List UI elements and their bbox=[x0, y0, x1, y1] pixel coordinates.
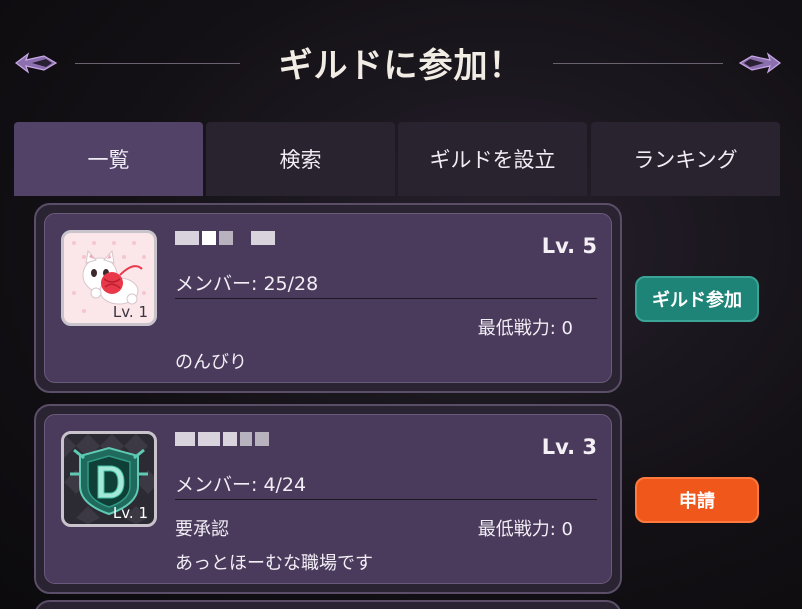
tab-ranking[interactable]: ランキング bbox=[591, 122, 780, 196]
apply-button[interactable]: 申請 bbox=[635, 477, 759, 523]
guild-name-masked bbox=[175, 431, 272, 449]
letter-d-emblem-icon: Lv. 1 bbox=[61, 431, 157, 527]
tab-search[interactable]: 検索 bbox=[206, 122, 395, 196]
guild-card-body: Lv. 1 Lv. 5 メンバー: 25/28 最低戦力: 0 のんびり bbox=[44, 213, 612, 383]
guild-card-body: Lv. 1 Lv. 3 メンバー: 4/24 要承認 最低戦力: 0 あっとほー… bbox=[44, 414, 612, 584]
tab-bar: 一覧 検索 ギルドを設立 ランキング bbox=[14, 122, 782, 196]
guild-card-next bbox=[34, 600, 622, 609]
min-power: 最低戦力: 0 bbox=[477, 318, 573, 339]
guild-level: Lv. 5 bbox=[541, 234, 597, 258]
tab-list[interactable]: 一覧 bbox=[14, 122, 203, 196]
cat-emblem-icon: Lv. 1 bbox=[61, 230, 157, 326]
guild-level: Lv. 3 bbox=[541, 435, 597, 459]
guild-card[interactable]: Lv. 1 Lv. 3 メンバー: 4/24 要承認 最低戦力: 0 あっとほー… bbox=[34, 404, 622, 594]
wing-ornament-icon bbox=[738, 52, 781, 74]
min-power: 最低戦力: 0 bbox=[477, 519, 573, 540]
member-count: メンバー: 4/24 bbox=[175, 474, 307, 496]
tab-create-guild[interactable]: ギルドを設立 bbox=[398, 122, 587, 196]
member-count: メンバー: 25/28 bbox=[175, 273, 319, 295]
card-divider bbox=[175, 298, 597, 299]
approval-required-label: 要承認 bbox=[175, 519, 229, 540]
card-divider bbox=[175, 499, 597, 500]
guild-name-masked bbox=[175, 230, 278, 248]
guild-card[interactable]: Lv. 1 Lv. 5 メンバー: 25/28 最低戦力: 0 のんびり bbox=[34, 203, 622, 393]
join-guild-button[interactable]: ギルド参加 bbox=[635, 276, 759, 322]
header: ギルドに参加！ bbox=[0, 30, 802, 100]
guild-description: のんびり bbox=[175, 352, 247, 373]
guild-description: あっとほーむな職場です bbox=[175, 553, 373, 574]
header-divider-right bbox=[553, 63, 723, 64]
emblem-level: Lv. 1 bbox=[112, 303, 148, 321]
emblem-level: Lv. 1 bbox=[112, 504, 148, 522]
